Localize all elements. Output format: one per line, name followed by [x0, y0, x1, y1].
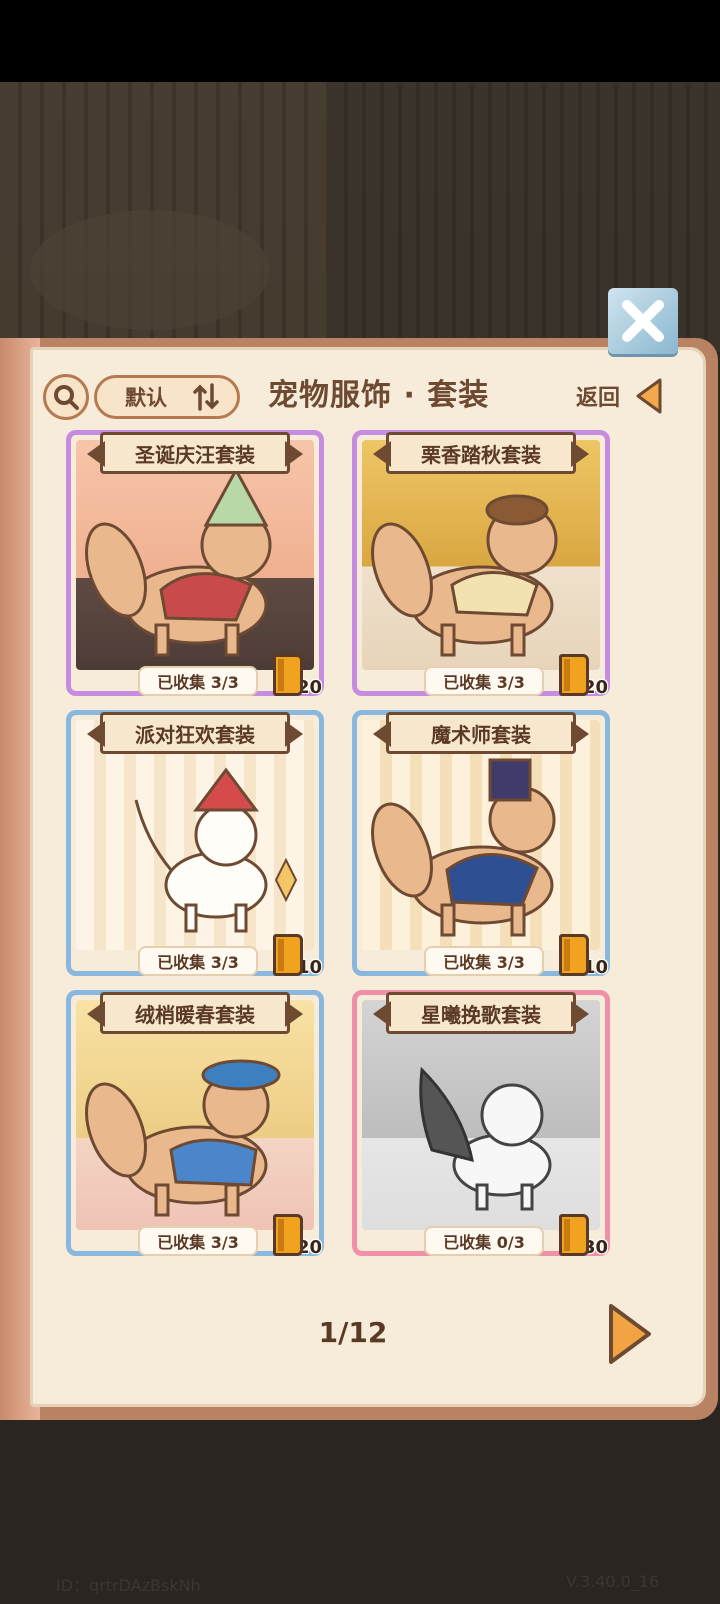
card-art [76, 1000, 314, 1230]
cost-badge: 20 [272, 1210, 322, 1258]
book-icon [558, 1214, 589, 1256]
page-indicator: 1/12 [318, 1316, 388, 1349]
collection-progress: 已收集 3/3 [138, 666, 258, 696]
cost-badge: 10 [558, 930, 608, 978]
set-name-banner: 派对狂欢套装 [100, 712, 290, 754]
pet-illustration [85, 1059, 281, 1217]
set-card[interactable]: 魔术师套装 已收集 3/3 10 [352, 710, 610, 978]
collection-progress: 已收集 0/3 [424, 1226, 544, 1256]
set-card[interactable]: 栗香踏秋套装 已收集 3/3 20 [352, 430, 610, 698]
background-rug [30, 210, 270, 330]
player-id: ID：qrtrDAzBskNh [56, 1576, 201, 1595]
cost-badge: 10 [272, 930, 322, 978]
search-icon [54, 385, 79, 410]
pet-illustration [419, 1066, 552, 1211]
collection-progress: 已收集 3/3 [424, 946, 544, 976]
card-art [362, 440, 600, 670]
back-arrow-icon [636, 378, 662, 414]
pet-illustration [371, 494, 558, 657]
set-card[interactable]: 星曦挽歌套装 已收集 0/3 30 [352, 990, 610, 1258]
book-icon [558, 654, 589, 696]
cost-badge: 20 [272, 650, 322, 698]
card-art [76, 720, 314, 950]
set-name-banner: 圣诞庆汪套装 [100, 432, 290, 474]
back-button[interactable]: 返回 [576, 374, 664, 418]
next-page-arrow-icon [609, 1304, 651, 1364]
book-icon [272, 934, 303, 976]
collection-progress: 已收集 3/3 [424, 666, 544, 696]
cost-badge: 20 [558, 650, 608, 698]
pet-illustration [371, 758, 556, 937]
sort-icon [193, 383, 219, 411]
set-name-banner: 绒梢暖春套装 [100, 992, 290, 1034]
card-art [76, 440, 314, 670]
book-icon [272, 654, 303, 696]
pet-illustration [134, 767, 298, 933]
close-icon [622, 300, 664, 342]
sort-label: 默认 [125, 386, 167, 410]
set-card[interactable]: 派对狂欢套装 已收集 3/3 10 [66, 710, 324, 978]
card-art [362, 720, 600, 950]
page-title: 宠物服饰 · 套装 [268, 378, 490, 413]
version-label: V.3.40.0_16 [566, 1572, 660, 1591]
set-name-banner: 星曦挽歌套装 [386, 992, 576, 1034]
back-label: 返回 [576, 386, 621, 411]
search-button[interactable] [43, 374, 89, 420]
collection-progress: 已收集 3/3 [138, 946, 258, 976]
collection-progress: 已收集 3/3 [138, 1226, 258, 1256]
cost-badge: 30 [558, 1210, 608, 1258]
set-name-banner: 栗香踏秋套装 [386, 432, 576, 474]
pet-illustration [85, 466, 272, 657]
sort-button[interactable]: 默认 [94, 375, 240, 419]
set-card[interactable]: 圣诞庆汪套装 已收集 3/3 20 [66, 430, 324, 698]
set-card[interactable]: 绒梢暖春套装 已收集 3/3 20 [66, 990, 324, 1258]
set-name-banner: 魔术师套装 [386, 712, 576, 754]
book-icon [272, 1214, 303, 1256]
book-icon [558, 934, 589, 976]
card-art [362, 1000, 600, 1230]
next-page-button[interactable] [605, 1302, 655, 1366]
close-button[interactable] [608, 288, 678, 354]
